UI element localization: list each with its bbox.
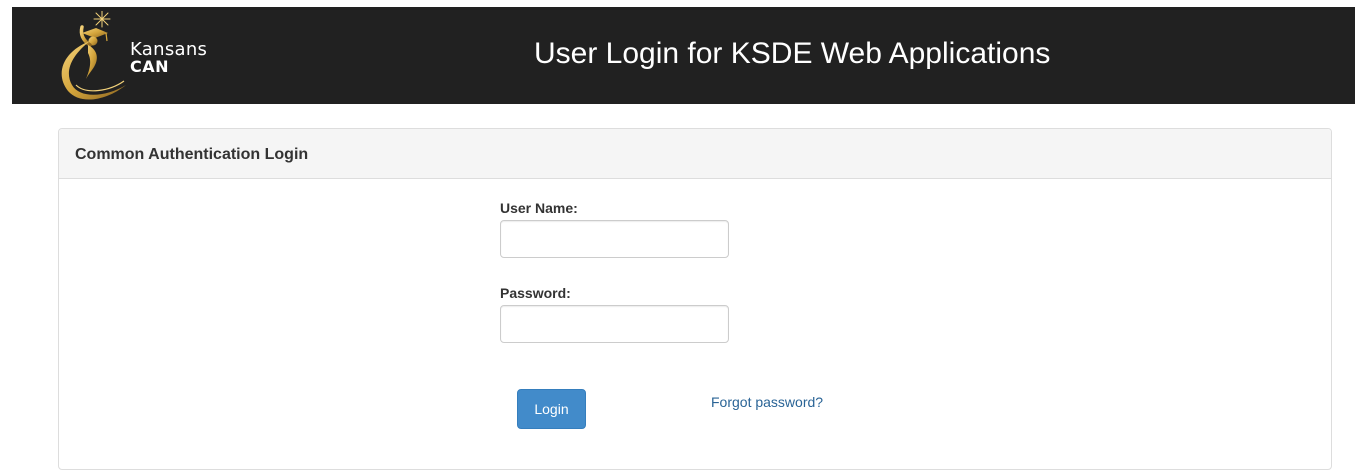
logo-line-can: CAN	[130, 57, 170, 76]
login-panel: Common Authentication Login User Name: P…	[58, 128, 1332, 470]
login-button[interactable]: Login	[517, 389, 586, 429]
page-header: Kansans CAN User Login for KSDE Web Appl…	[12, 7, 1355, 104]
panel-heading: Common Authentication Login	[59, 129, 1331, 179]
kansans-can-logo: Kansans CAN	[50, 10, 207, 103]
password-label: Password:	[500, 285, 571, 301]
username-label: User Name:	[500, 200, 578, 216]
forgot-password-link[interactable]: Forgot password?	[711, 394, 823, 410]
password-input[interactable]	[500, 305, 729, 343]
logo-text: Kansans CAN	[130, 41, 207, 75]
page-title: User Login for KSDE Web Applications	[534, 37, 1051, 70]
username-input[interactable]	[500, 220, 729, 258]
